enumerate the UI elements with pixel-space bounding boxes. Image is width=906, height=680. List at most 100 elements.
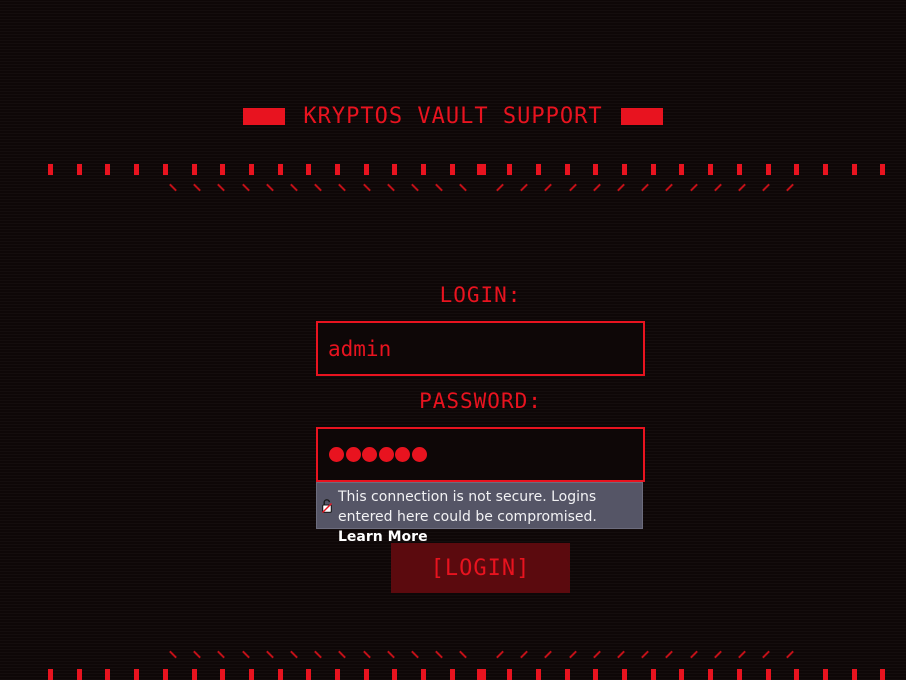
- divider-slash: [592, 650, 601, 659]
- divider-dash: [392, 669, 398, 680]
- divider-dash: [880, 164, 886, 175]
- divider-slash: [338, 650, 347, 659]
- divider-dash: [708, 669, 714, 680]
- divider-dash: [476, 164, 486, 175]
- divider-dash: [507, 669, 513, 680]
- divider-slash: [665, 183, 674, 192]
- divider-slash: [241, 650, 250, 659]
- divider-slash: [568, 650, 577, 659]
- divider-slash: [411, 650, 419, 659]
- divider-dash: [220, 669, 226, 680]
- divider-slash: [435, 650, 444, 659]
- divider-dash: [564, 669, 570, 680]
- divider-dash: [679, 669, 685, 680]
- divider-slash: [665, 650, 674, 659]
- divider-dash: [535, 164, 541, 175]
- divider-dash: [535, 669, 541, 680]
- divider-slash: [520, 650, 529, 659]
- divider-dash: [736, 669, 742, 680]
- divider-slash: [544, 183, 553, 192]
- divider-dash: [76, 164, 82, 175]
- password-dot: [362, 447, 377, 462]
- divider-slash: [738, 183, 746, 192]
- divider-slash: [314, 650, 323, 659]
- divider-dash: [392, 164, 398, 175]
- divider-dash: [476, 669, 486, 680]
- divider-dash: [363, 669, 369, 680]
- divider-dash: [48, 164, 53, 175]
- divider-slash: [386, 650, 395, 659]
- login-label: LOGIN:: [439, 283, 522, 307]
- divider-dash: [822, 164, 828, 175]
- password-field[interactable]: [316, 427, 645, 482]
- password-dot: [378, 447, 394, 462]
- divider-slash: [459, 183, 468, 192]
- divider-dash: [277, 669, 283, 680]
- divider-dash: [277, 164, 283, 175]
- divider-slash: [241, 183, 250, 192]
- password-label: PASSWORD:: [419, 389, 542, 413]
- divider-slash: [169, 183, 177, 192]
- divider-dash: [162, 164, 168, 175]
- header-right-block: [620, 107, 663, 125]
- divider-slash: [290, 650, 298, 659]
- divider-slash: [411, 183, 419, 192]
- divider-dash: [507, 164, 513, 175]
- divider-slash: [568, 183, 577, 192]
- divider-dash: [105, 669, 111, 680]
- divider-dash: [679, 164, 685, 175]
- divider-dash: [335, 164, 340, 175]
- divider-slash: [496, 183, 504, 192]
- login-input[interactable]: [318, 323, 643, 374]
- divider-dash: [191, 669, 197, 680]
- login-button[interactable]: [LOGIN]: [391, 543, 570, 593]
- divider-slash: [617, 183, 625, 192]
- insecure-connection-warning: This connection is not secure. Logins en…: [316, 482, 643, 545]
- password-dot: [395, 447, 410, 462]
- divider-dash: [306, 669, 312, 680]
- warning-text: This connection is not secure. Logins en…: [338, 487, 641, 547]
- login-field[interactable]: [316, 321, 645, 376]
- header-bar: KRYPTOS VAULT SUPPORT: [0, 102, 906, 130]
- divider-dash: [449, 669, 455, 680]
- divider-slash: [689, 183, 698, 192]
- divider-slash: [265, 183, 274, 192]
- divider-slash: [496, 650, 504, 659]
- password-dot: [345, 447, 361, 462]
- divider-dash: [622, 669, 627, 680]
- divider-slash: [689, 650, 698, 659]
- password-input[interactable]: [329, 447, 428, 462]
- divider-slash: [169, 650, 177, 659]
- divider-slash: [520, 183, 529, 192]
- divider-dash: [593, 669, 599, 680]
- divider-slash: [217, 650, 226, 659]
- divider-slash: [713, 183, 722, 192]
- warning-message: This connection is not secure. Logins en…: [338, 489, 597, 525]
- divider-dash: [794, 669, 800, 680]
- divider-slash: [193, 650, 202, 659]
- divider-slash: [435, 183, 444, 192]
- divider-dash: [306, 164, 312, 175]
- insecure-lock-icon: [322, 499, 332, 513]
- password-dot: [329, 447, 344, 462]
- divider-dash: [765, 669, 771, 680]
- page-title: KRYPTOS VAULT SUPPORT: [303, 103, 603, 129]
- divider-dash: [708, 164, 714, 175]
- divider-dash: [880, 669, 886, 680]
- divider-dash: [822, 669, 828, 680]
- divider-slash: [617, 650, 625, 659]
- divider-slash: [641, 183, 650, 192]
- divider-dash: [564, 164, 570, 175]
- divider-dash: [650, 669, 656, 680]
- divider-slash: [762, 650, 771, 659]
- divider-dash: [134, 669, 140, 680]
- divider-slash: [641, 650, 650, 659]
- divider-slash: [362, 183, 371, 192]
- divider-slash: [265, 650, 274, 659]
- divider-dash: [449, 164, 455, 175]
- divider-dash: [851, 669, 857, 680]
- divider-dash: [248, 164, 254, 175]
- divider-slash: [544, 650, 553, 659]
- divider-slash: [362, 650, 371, 659]
- divider-dash: [76, 669, 82, 680]
